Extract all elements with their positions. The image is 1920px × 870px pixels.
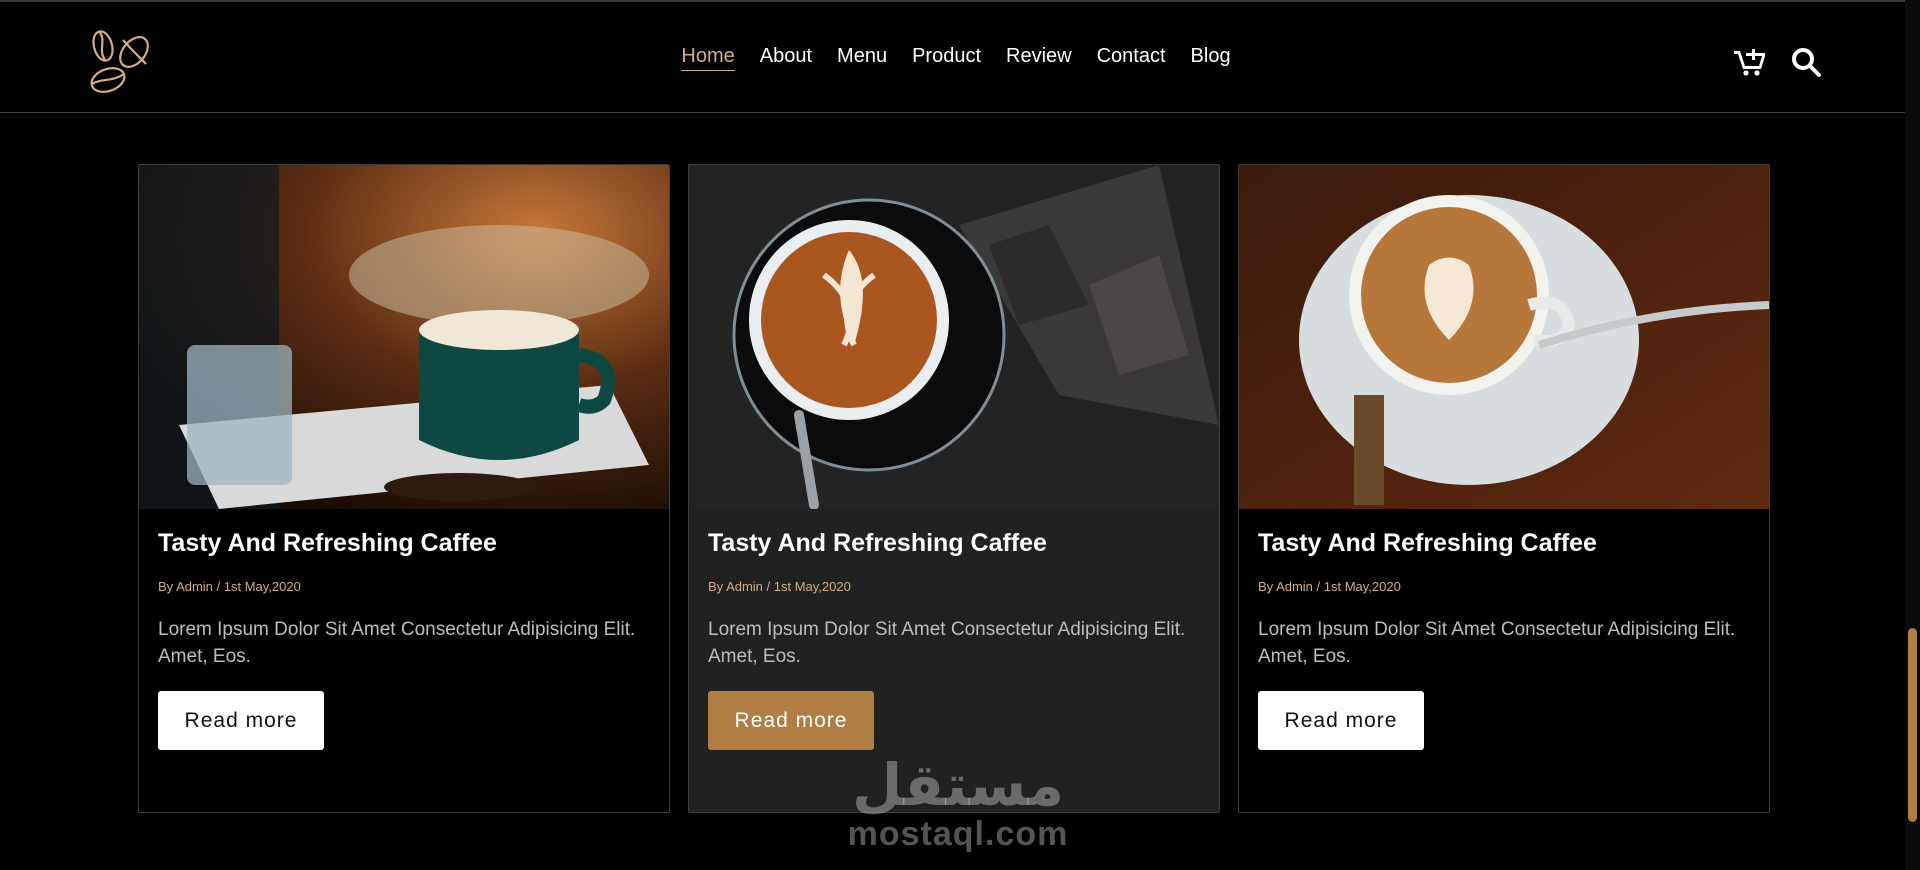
main-menu: Home About Menu Product Review Contact B… bbox=[0, 44, 1920, 71]
card-meta: By Admin / 1st May,2020 bbox=[1258, 579, 1401, 594]
scrollbar[interactable] bbox=[1905, 0, 1920, 870]
nav-item-about[interactable]: About bbox=[747, 44, 824, 68]
watermark-latin: mostaql.com bbox=[847, 815, 1069, 853]
card-title: Tasty And Refreshing Caffee bbox=[708, 529, 1047, 557]
card-title: Tasty And Refreshing Caffee bbox=[158, 529, 497, 557]
coffee-photo bbox=[1239, 165, 1769, 509]
nav-item-contact[interactable]: Contact bbox=[1084, 44, 1178, 68]
blog-card: Tasty And Refreshing Caffee By Admin / 1… bbox=[1238, 164, 1770, 813]
card-description: Lorem Ipsum Dolor Sit Amet Consectetur A… bbox=[1258, 619, 1736, 667]
nav-item-blog[interactable]: Blog bbox=[1178, 44, 1243, 68]
nav-item-menu[interactable]: Menu bbox=[825, 44, 900, 68]
nav-item-home[interactable]: Home bbox=[669, 44, 747, 71]
read-more-button[interactable]: Read more bbox=[1258, 691, 1424, 750]
card-meta: By Admin / 1st May,2020 bbox=[708, 579, 851, 594]
nav-item-review[interactable]: Review bbox=[994, 44, 1085, 68]
nav-item-product[interactable]: Product bbox=[900, 44, 994, 68]
scrollbar-thumb[interactable] bbox=[1908, 628, 1917, 822]
shopping-cart-icon[interactable] bbox=[1733, 46, 1765, 78]
card-title: Tasty And Refreshing Caffee bbox=[1258, 529, 1597, 557]
card-meta: By Admin / 1st May,2020 bbox=[158, 579, 301, 594]
blog-card: Tasty And Refreshing Caffee By Admin / 1… bbox=[688, 164, 1220, 813]
blog-card: Tasty And Refreshing Caffee By Admin / 1… bbox=[138, 164, 670, 813]
coffee-photo bbox=[139, 165, 669, 509]
search-icon[interactable] bbox=[1790, 46, 1822, 78]
mostaql-watermark: مستقل mostaql.com bbox=[838, 756, 1078, 854]
read-more-button[interactable]: Read more bbox=[158, 691, 324, 750]
navbar: Home About Menu Product Review Contact B… bbox=[0, 2, 1920, 113]
card-description: Lorem Ipsum Dolor Sit Amet Consectetur A… bbox=[708, 619, 1186, 667]
card-description: Lorem Ipsum Dolor Sit Amet Consectetur A… bbox=[158, 619, 636, 667]
coffee-photo bbox=[689, 165, 1219, 509]
read-more-button[interactable]: Read more bbox=[708, 691, 874, 750]
watermark-arabic: مستقل bbox=[851, 751, 1065, 819]
